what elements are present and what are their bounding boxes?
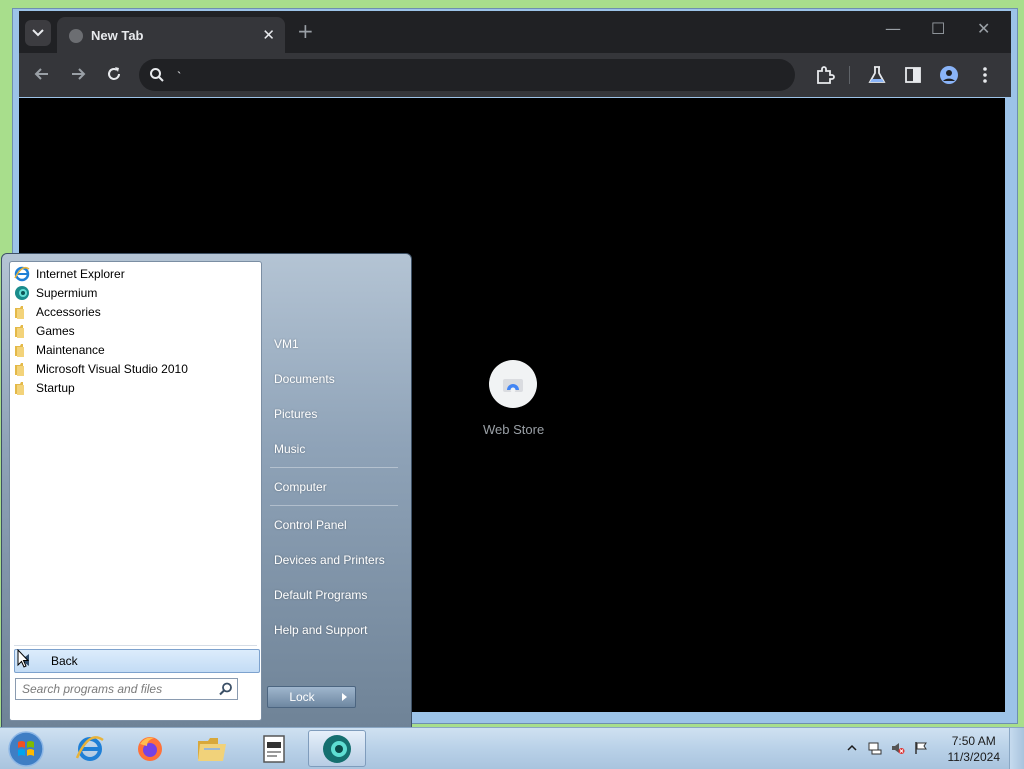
more-menu-icon[interactable] — [975, 65, 995, 85]
profile-avatar-icon[interactable] — [939, 65, 959, 85]
tab-close-icon[interactable]: ✕ — [262, 26, 275, 44]
back-label: Back — [51, 654, 78, 668]
program-label: Internet Explorer — [36, 267, 125, 281]
new-tab-button[interactable]: + — [297, 19, 314, 43]
lock-button[interactable]: Lock — [267, 686, 337, 708]
address-bar[interactable] — [139, 59, 795, 91]
program-accessories[interactable]: Accessories — [14, 303, 101, 321]
firefox-icon — [138, 736, 162, 761]
start-item-documents[interactable]: Documents — [274, 372, 335, 386]
program-label: Games — [36, 324, 75, 338]
clock-time: 7:50 AM — [951, 734, 996, 748]
program-visual-studio-2010[interactable]: Microsoft Visual Studio 2010 — [14, 360, 188, 378]
back-button[interactable]: Back — [14, 649, 260, 673]
folder-icon — [15, 363, 24, 376]
show-desktop-button[interactable] — [1009, 728, 1024, 769]
network-icon[interactable] — [914, 741, 928, 755]
forward-arrow-icon[interactable] — [69, 65, 87, 83]
start-button[interactable] — [0, 730, 52, 767]
start-item-devices-and-printers[interactable]: Devices and Printers — [274, 553, 385, 567]
folder-icon — [15, 325, 24, 338]
taskbar-supermium[interactable] — [308, 730, 366, 767]
program-internet-explorer[interactable]: Internet Explorer — [14, 265, 125, 283]
web-store-icon — [489, 360, 537, 408]
program-label: Startup — [36, 381, 75, 395]
labs-flask-icon[interactable] — [867, 65, 887, 85]
program-maintenance[interactable]: Maintenance — [14, 341, 105, 359]
start-item-vm1[interactable]: VM1 — [274, 337, 299, 351]
internet-explorer-icon — [75, 735, 104, 761]
maximize-button[interactable]: ☐ — [931, 19, 945, 38]
divider — [14, 645, 257, 646]
address-input[interactable] — [175, 63, 779, 89]
volume-muted-icon[interactable] — [891, 741, 905, 755]
title-bar: New Tab ✕ + — ☐ ✕ — [19, 11, 1011, 55]
clock-date: 11/3/2024 — [947, 750, 1001, 764]
divider — [270, 467, 398, 468]
start-item-default-programs[interactable]: Default Programs — [274, 588, 367, 602]
web-store-shortcut[interactable]: Web Store — [483, 360, 545, 437]
side-panel-icon[interactable] — [903, 65, 923, 85]
program-games[interactable]: Games — [14, 322, 75, 340]
program-supermium[interactable]: Supermium — [14, 284, 97, 302]
windows-orb-icon — [8, 730, 44, 767]
close-window-button[interactable]: ✕ — [977, 19, 990, 38]
programs-pane: Internet Explorer Supermium Accessories … — [9, 261, 262, 721]
start-item-computer[interactable]: Computer — [274, 480, 327, 494]
taskbar-file-explorer[interactable] — [184, 730, 240, 767]
show-hidden-icons-icon[interactable] — [845, 741, 859, 755]
divider — [270, 505, 398, 506]
action-center-flag-icon[interactable] — [868, 741, 882, 755]
folder-icon — [198, 737, 226, 761]
program-label: Supermium — [36, 286, 98, 300]
document-icon — [263, 734, 285, 763]
taskbar-internet-explorer[interactable] — [62, 730, 118, 767]
mouse-cursor-icon — [17, 649, 29, 668]
back-arrow-icon[interactable] — [33, 65, 51, 83]
folder-icon — [15, 344, 24, 357]
supermium-icon — [15, 286, 29, 300]
taskbar-notepad-document[interactable] — [246, 730, 302, 767]
start-item-music[interactable]: Music — [274, 442, 305, 456]
tab-search-button[interactable] — [25, 20, 51, 46]
taskbar: 7:50 AM 11/3/2024 — [0, 727, 1024, 769]
tab-new-tab[interactable]: New Tab ✕ — [57, 17, 285, 55]
search-icon[interactable] — [219, 682, 233, 696]
program-label: Accessories — [36, 305, 101, 319]
start-search-box[interactable] — [15, 678, 238, 700]
taskbar-firefox[interactable] — [122, 730, 178, 767]
search-input[interactable] — [22, 681, 212, 697]
shortcut-label: Web Store — [483, 422, 545, 437]
search-icon — [150, 68, 164, 82]
arrow-right-icon — [342, 693, 347, 701]
minimize-button[interactable]: — — [885, 19, 901, 38]
start-item-control-panel[interactable]: Control Panel — [274, 518, 347, 532]
extensions-puzzle-icon[interactable] — [815, 65, 835, 85]
globe-icon — [69, 29, 83, 43]
program-label: Maintenance — [36, 343, 105, 357]
internet-explorer-icon — [14, 266, 30, 282]
folder-icon — [15, 382, 24, 395]
tab-title: New Tab — [91, 28, 144, 43]
start-item-pictures[interactable]: Pictures — [274, 407, 317, 421]
folder-icon — [15, 306, 24, 319]
program-startup[interactable]: Startup — [14, 379, 75, 397]
reload-icon[interactable] — [105, 65, 123, 83]
start-menu: Internet Explorer Supermium Accessories … — [1, 253, 412, 729]
program-label: Microsoft Visual Studio 2010 — [36, 362, 188, 376]
start-item-help-and-support[interactable]: Help and Support — [274, 623, 367, 637]
toolbar-divider — [849, 66, 850, 84]
supermium-icon — [323, 734, 351, 763]
browser-toolbar — [19, 53, 1011, 97]
clock[interactable]: 7:50 AM 11/3/2024 — [948, 733, 1001, 765]
lock-options-button[interactable] — [335, 686, 356, 708]
chevron-down-icon — [32, 29, 44, 37]
